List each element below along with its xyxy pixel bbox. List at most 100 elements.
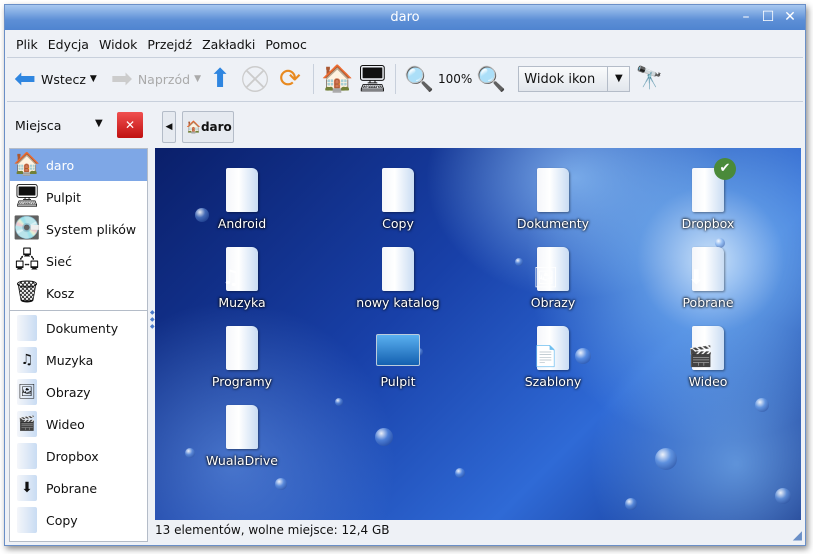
sidebar-item-wideo[interactable]: 🎬 Wideo <box>10 408 147 440</box>
sidebar-item-label: Pulpit <box>46 189 82 205</box>
computer-icon[interactable]: 🖥 <box>356 63 389 95</box>
sidebar-item-pulpit[interactable]: 🖥 Pulpit <box>10 181 147 213</box>
sidebar-item-label: Muzyka <box>46 352 94 368</box>
menu-zakładki[interactable]: Zakładki <box>197 33 260 55</box>
file-item[interactable]: ⬇ Pobrane <box>648 247 768 310</box>
file-label: Dropbox <box>681 216 735 231</box>
file-label: Copy <box>382 216 414 231</box>
sidebar-item-label: daro <box>46 157 75 173</box>
bubble-decoration <box>275 478 287 490</box>
sidebar-item-obrazy[interactable]: 🖼 Obrazy <box>10 376 147 408</box>
chevron-down-icon: ▼ <box>607 67 629 91</box>
back-label: Wstecz <box>41 71 86 87</box>
file-label: Pulpit <box>380 374 416 389</box>
location-bar: Miejsca ▼ ✕ ◀ 🏠daro <box>9 105 801 147</box>
sidebar-item-label: Obrazy <box>46 384 91 400</box>
home-icon: 🏠 <box>186 120 201 134</box>
file-view[interactable]: Android Copy Dokumenty ✔ Dropbox ♫ Muzyka nowy … <box>155 148 801 520</box>
close-button[interactable]: ✕ <box>781 8 799 26</box>
sidebar-item-sieć[interactable]: 🖧 Sieć <box>10 245 147 277</box>
breadcrumb-home[interactable]: 🏠daro <box>182 111 234 143</box>
forward-arrow-icon: ➡ <box>110 64 133 94</box>
menu-przejdź[interactable]: Przejdź <box>142 33 197 55</box>
file-manager-window: daro – ☐ ✕ Plik Edycja Widok Przejdź Zakładk… <box>4 4 806 546</box>
reload-icon[interactable]: ⟳ <box>274 63 306 95</box>
back-button[interactable]: ⬅ Wstecz ▼ <box>9 63 97 95</box>
folder-dropbox-icon <box>12 441 42 471</box>
places-sidebar: 🏠 daro 🖥 Pulpit 💽 System plików 🖧 Sieć 🗑 Kosz Doku… <box>9 148 148 542</box>
file-item[interactable]: nowy katalog <box>338 247 458 310</box>
sidebar-item-system-plików[interactable]: 💽 System plików <box>10 213 147 245</box>
resize-grip-icon[interactable]: ◢ <box>793 528 802 542</box>
folder-video-icon: 🎬 <box>12 409 42 439</box>
title-bar[interactable]: daro – ☐ ✕ <box>5 5 805 30</box>
breadcrumb-back-icon[interactable]: ◀ <box>162 111 176 143</box>
status-bar-text: 13 elementów, wolne miejsce: 12,4 GB <box>155 523 390 537</box>
file-item[interactable]: Android <box>182 168 302 231</box>
zoom-level: 100% <box>437 72 473 86</box>
bubble-decoration <box>375 428 393 446</box>
places-dropdown-icon[interactable]: ▼ <box>95 118 103 129</box>
file-label: Pobrane <box>682 295 734 310</box>
file-item[interactable]: Dokumenty <box>493 168 613 231</box>
file-label: Obrazy <box>530 295 576 310</box>
back-dropdown-icon[interactable]: ▼ <box>90 74 97 84</box>
binoculars-search-icon[interactable]: 🔭 <box>633 63 665 95</box>
file-label: Muzyka <box>218 295 266 310</box>
file-item[interactable]: ♫ Muzyka <box>182 247 302 310</box>
file-label: Szablony <box>524 374 582 389</box>
forward-label: Naprzód <box>137 71 191 87</box>
home-icon[interactable]: 🏠 <box>321 63 353 95</box>
up-arrow-icon[interactable]: ⬆ <box>204 63 236 95</box>
places-label: Miejsca <box>15 118 62 133</box>
sidebar-item-dokumenty[interactable]: Dokumenty <box>10 312 147 344</box>
forward-dropdown-icon[interactable]: ▼ <box>194 74 201 84</box>
trash-icon: 🗑 <box>13 280 41 305</box>
zoom-out-icon[interactable]: 🔍 <box>403 63 435 95</box>
maximize-button[interactable]: ☐ <box>759 8 777 26</box>
sidebar-item-label: Sieć <box>46 253 72 269</box>
window-title: daro <box>390 10 420 25</box>
sidebar-item-kosz[interactable]: 🗑 Kosz <box>10 277 147 309</box>
bubble-decoration <box>755 398 769 412</box>
minimize-button[interactable]: – <box>737 8 755 26</box>
file-item[interactable]: Pulpit <box>338 326 458 389</box>
sidebar-item-label: Dropbox <box>46 448 99 464</box>
sidebar-item-pobrane[interactable]: ⬇ Pobrane <box>10 472 147 504</box>
menu-pomoc[interactable]: Pomoc <box>260 33 311 55</box>
view-mode-select[interactable]: Widok ikon ▼ <box>518 66 631 92</box>
sidebar-item-daro[interactable]: 🏠 daro <box>10 149 147 181</box>
file-item[interactable]: WualaDrive <box>182 405 302 468</box>
file-item[interactable]: Copy <box>338 168 458 231</box>
close-sidebar-icon[interactable]: ✕ <box>117 112 143 138</box>
sidebar-item-label: Copy <box>46 512 78 528</box>
bubble-decoration <box>775 488 791 504</box>
forward-button[interactable]: ➡ Naprzód ▼ <box>106 63 201 95</box>
folder-downloads-icon: ⬇ <box>12 473 42 503</box>
stop-icon[interactable]: ⛒ <box>239 63 271 95</box>
file-item[interactable]: 📄 Szablony <box>493 326 613 389</box>
menu-widok[interactable]: Widok <box>94 33 142 55</box>
folder-icon <box>226 168 258 212</box>
file-item[interactable]: 🎬 Wideo <box>648 326 768 389</box>
sidebar-item-label: System plików <box>46 221 137 237</box>
file-item[interactable]: ✔ Dropbox <box>648 158 768 231</box>
folder-icon: 📄 <box>533 326 569 370</box>
sidebar-item-muzyka[interactable]: ♫ Muzyka <box>10 344 147 376</box>
folder-documents-icon <box>12 313 42 343</box>
sidebar-item-dropbox[interactable]: Dropbox <box>10 440 147 472</box>
folder-icon: ⬇ <box>688 247 724 291</box>
menu-plik[interactable]: Plik <box>11 33 43 55</box>
sidebar-item-copy[interactable]: Copy <box>10 504 147 536</box>
sidebar-item-label: Pobrane <box>46 480 98 496</box>
file-label: nowy katalog <box>356 295 440 310</box>
file-label: WualaDrive <box>206 453 278 468</box>
menu-edycja[interactable]: Edycja <box>43 33 94 55</box>
folder-icon <box>382 247 414 291</box>
file-item[interactable]: 🖼 Obrazy <box>493 247 613 310</box>
zoom-in-icon[interactable]: 🔍 <box>475 63 507 95</box>
splitter-handle[interactable]: ◆ ◆ ◆ <box>150 309 155 330</box>
file-item[interactable]: Programy <box>182 326 302 389</box>
folder-icon: ✔ <box>692 158 736 212</box>
bubble-decoration <box>655 448 677 470</box>
